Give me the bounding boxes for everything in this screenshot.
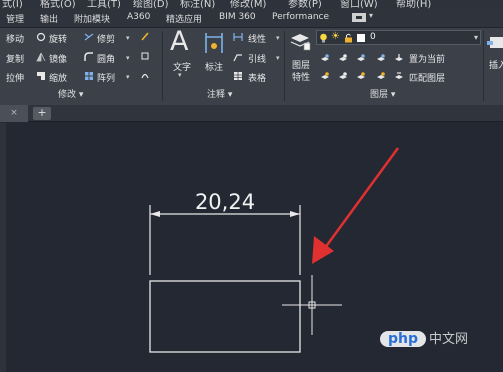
dimension-text[interactable]: 20,24 [195, 190, 255, 214]
drawn-rectangle[interactable] [149, 280, 301, 353]
drawing-layer: 20,24 [149, 147, 400, 353]
dimension-arrowhead [290, 211, 300, 217]
php-logo: php [380, 331, 427, 347]
watermark-text: 中文网 [429, 332, 469, 347]
dimension-arrowhead [150, 211, 160, 217]
red-arrow-shaft [320, 147, 400, 253]
watermark: php 中文网 [380, 328, 468, 347]
